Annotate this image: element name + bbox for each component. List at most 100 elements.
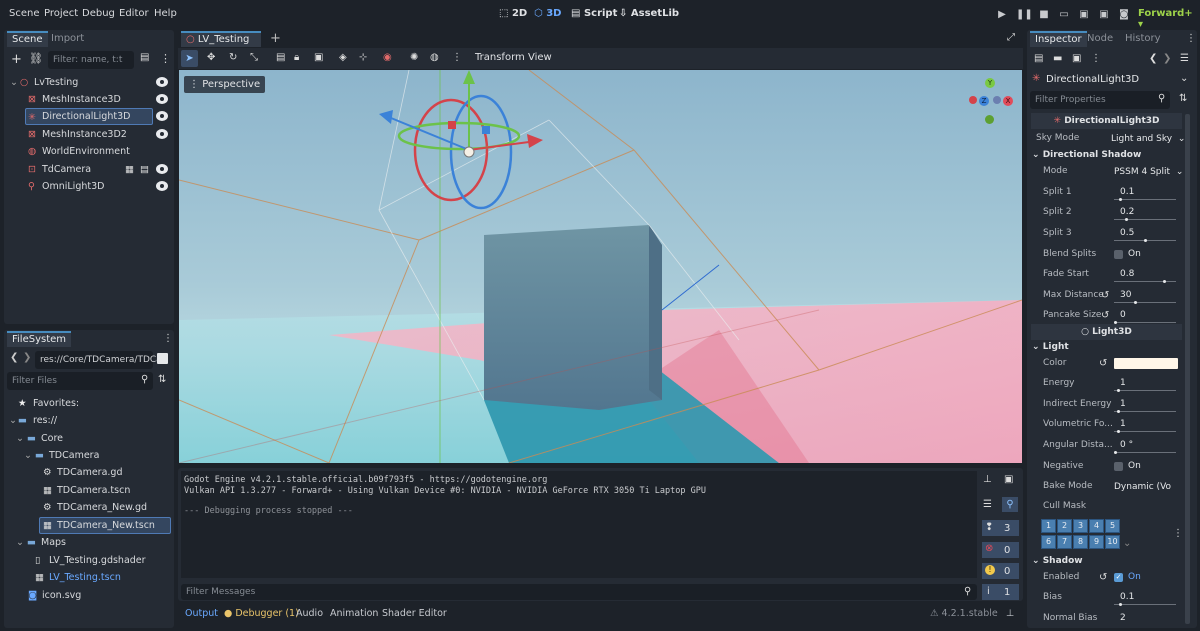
menu-editor[interactable]: Editor — [119, 8, 149, 19]
sort-icon[interactable]: ⇅ — [158, 374, 166, 385]
stop-icon[interactable]: ■ — [1036, 7, 1052, 23]
chevron-down-icon[interactable]: ⌄ — [1123, 538, 1131, 549]
save-icon[interactable]: ▣ — [1072, 53, 1081, 64]
favorites-item[interactable]: ★ Favorites: — [7, 395, 171, 412]
menu-scene[interactable]: Scene — [9, 8, 40, 19]
local-space-icon[interactable]: ◈ — [339, 52, 347, 63]
pancake-size-slider[interactable] — [1114, 321, 1176, 324]
slider-knob[interactable] — [1119, 603, 1122, 606]
more-options-icon[interactable]: ⋮ — [1186, 33, 1196, 44]
view-gizmo[interactable]: Y Z X — [969, 78, 1017, 126]
file-item[interactable]: ▦ LV_Testing.tscn — [7, 569, 171, 586]
more-options-icon[interactable]: ⋮ — [160, 52, 171, 65]
max-distance-value[interactable]: 30 — [1120, 290, 1131, 300]
cull-mask-layer[interactable]: 1 — [1041, 519, 1056, 533]
history-forward-icon[interactable]: ❯ — [1163, 53, 1171, 64]
slider-knob[interactable] — [1163, 280, 1166, 283]
tab-shader-editor[interactable]: Shader Editor — [382, 608, 447, 619]
sun-preview-icon[interactable]: ✺ — [410, 52, 418, 63]
cull-mask-layer[interactable]: 4 — [1089, 519, 1104, 533]
clear-log-icon[interactable]: ⊥ — [983, 474, 992, 485]
tab-inspector[interactable]: Inspector — [1030, 31, 1087, 47]
warnings-toggle[interactable]: ! 0 — [982, 563, 1019, 579]
tree-item[interactable]: ⚲ OmniLight3D — [7, 178, 171, 195]
slider-knob[interactable] — [1119, 198, 1122, 201]
max-distance-slider[interactable] — [1114, 301, 1176, 304]
play-scene-icon[interactable]: ▣ — [1076, 7, 1092, 23]
list-select-icon[interactable]: ▤ — [276, 52, 285, 63]
reset-icon[interactable]: ↺ — [1099, 572, 1107, 583]
back-icon[interactable]: ❮ — [10, 352, 18, 363]
tab-debugger[interactable]: ● Debugger (1) — [224, 608, 299, 619]
slider-knob[interactable] — [1134, 301, 1137, 304]
cull-mask-layer[interactable]: 2 — [1057, 519, 1072, 533]
snap-icon[interactable]: ⊹ — [359, 52, 367, 63]
toggle-view-icon[interactable] — [157, 353, 168, 364]
file-item[interactable]: ▦ TDCamera.tscn — [7, 482, 171, 499]
more-options-icon[interactable]: ⋮ — [163, 333, 173, 344]
more-options-icon[interactable]: ⋮ — [1173, 528, 1183, 539]
tab-import[interactable]: Import — [46, 31, 89, 47]
gizmo-z-axis[interactable]: Z — [979, 96, 989, 106]
movie-maker-icon[interactable]: ◙ — [1116, 7, 1132, 23]
settings-icon[interactable]: ⇅ — [1179, 93, 1187, 104]
folder-item[interactable]: ⌄ ▬ TDCamera — [7, 447, 171, 464]
link-icon[interactable]: ⛓ — [29, 52, 43, 65]
color-swatch[interactable] — [1114, 358, 1178, 369]
errors-toggle[interactable]: ⊗ 0 — [982, 542, 1019, 558]
cull-mask-layer[interactable]: 9 — [1089, 535, 1104, 549]
tree-item[interactable]: ⊠ MeshInstance3D — [7, 91, 171, 108]
filesystem-filter-input[interactable]: Filter Files — [7, 372, 153, 390]
output-log[interactable]: Godot Engine v4.2.1.stable.official.b09f… — [181, 471, 977, 578]
rotate-tool-icon[interactable]: ↻ — [229, 52, 237, 63]
sky-mode-dropdown[interactable]: Light and Sky ⌄ — [1111, 134, 1185, 144]
reset-icon[interactable]: ↺ — [1099, 358, 1107, 369]
split1-value[interactable]: 0.1 — [1120, 187, 1134, 197]
clapper-icon[interactable]: ▦ — [125, 161, 134, 178]
visibility-icon[interactable] — [156, 94, 168, 104]
fade-start-slider[interactable] — [1114, 280, 1176, 283]
scale-tool-icon[interactable]: ⤡ — [250, 52, 258, 63]
slider-knob[interactable] — [1117, 389, 1120, 392]
visibility-icon[interactable] — [156, 77, 168, 87]
reset-icon[interactable]: ↺ — [1101, 310, 1109, 321]
transform-menu[interactable]: Transform — [475, 52, 525, 63]
gizmo-x-axis[interactable]: X — [1003, 96, 1013, 106]
volumetric-fog-value[interactable]: 1 — [1120, 419, 1126, 429]
visibility-icon[interactable] — [156, 181, 168, 191]
viewport-scene[interactable] — [179, 70, 1022, 463]
menu-project[interactable]: Project — [44, 8, 78, 19]
collapse-icon[interactable]: ☰ — [983, 499, 992, 510]
split3-slider[interactable] — [1114, 239, 1176, 242]
open-folder-icon[interactable]: ▬ — [1053, 53, 1062, 64]
remote-debug-icon[interactable]: ▭ — [1056, 7, 1072, 23]
fade-start-value[interactable]: 0.8 — [1120, 269, 1134, 279]
split1-slider[interactable] — [1114, 198, 1176, 201]
tree-item[interactable]: ◍ WorldEnvironment — [7, 143, 171, 160]
tree-item[interactable]: ⊠ MeshInstance3D2 — [7, 126, 171, 143]
messages-toggle[interactable]: ❢ 3 — [982, 520, 1019, 536]
filter-messages-input[interactable]: Filter Messages — [181, 584, 977, 600]
file-item[interactable]: ⚙ TDCamera_New.gd — [7, 499, 171, 516]
filter-properties-input[interactable]: Filter Properties — [1030, 91, 1170, 109]
path-field[interactable]: res://Core/TDCamera/TDCa — [35, 351, 162, 369]
gizmo-neg-x[interactable] — [969, 96, 977, 104]
tree-item[interactable]: ⊡ TdCamera ▦ ▤ — [7, 161, 171, 178]
workspace-2d-button[interactable]: ⬚ 2D — [499, 8, 527, 19]
tab-output[interactable]: Output — [185, 608, 218, 619]
tree-item-root[interactable]: ⌄ ○ LvTesting — [7, 74, 171, 91]
cull-mask-layer[interactable]: 10 — [1105, 535, 1120, 549]
tab-animation[interactable]: Animation — [330, 608, 378, 619]
folder-item[interactable]: ⌄ ▬ Maps — [7, 534, 171, 551]
gizmo-y-axis[interactable]: Y — [985, 78, 995, 88]
tab-lv-testing[interactable]: ○ LV_Testing ✕ — [181, 31, 261, 59]
slider-knob[interactable] — [1117, 430, 1120, 433]
play-icon[interactable]: ▶ — [994, 7, 1010, 23]
pause-icon[interactable]: ❚❚ — [1016, 7, 1033, 23]
energy-value[interactable]: 1 — [1120, 378, 1126, 388]
viewport-3d[interactable]: ⋮ Perspective Y Z X — [179, 70, 1022, 463]
object-properties-icon[interactable]: ☰ — [1180, 53, 1189, 64]
tab-history[interactable]: History — [1120, 31, 1166, 47]
copy-icon[interactable]: ▣ — [1004, 474, 1013, 485]
tab-filesystem[interactable]: FileSystem — [7, 331, 72, 347]
